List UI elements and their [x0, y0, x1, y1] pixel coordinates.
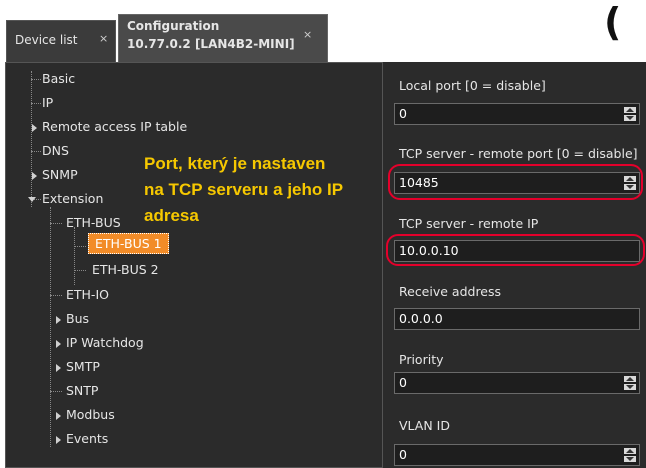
corner-glyph: (: [604, 0, 622, 44]
expand-arrow-icon[interactable]: [56, 364, 61, 372]
expand-arrow-icon[interactable]: [56, 436, 61, 444]
spinner-icon[interactable]: [624, 107, 636, 121]
close-icon[interactable]: ×: [303, 28, 312, 41]
expand-arrow-icon[interactable]: [56, 340, 61, 348]
vlan-id-value: 0: [399, 447, 407, 462]
tab-configuration[interactable]: Configuration 10.77.0.2 [LAN4B2-MINI] ×: [118, 14, 328, 62]
tree-item-eth-bus-1[interactable]: ETH-BUS 1: [88, 233, 169, 254]
tree-item-ip-watchdog[interactable]: IP Watchdog: [66, 335, 144, 350]
receive-address-label: Receive address: [399, 284, 502, 299]
tab-device-list[interactable]: Device list ×: [6, 20, 116, 62]
priority-value: 0: [399, 375, 407, 390]
tree-item-eth-bus-1-label: ETH-BUS 1: [88, 233, 169, 254]
highlight-remote-port: [388, 164, 643, 200]
tree-item-eth-bus-2[interactable]: ETH-BUS 2: [92, 262, 159, 277]
tree-item-snmp[interactable]: SNMP: [42, 167, 78, 182]
local-port-label: Local port [0 = disable]: [399, 78, 546, 93]
spinner-icon[interactable]: [624, 376, 636, 390]
tree-item-basic[interactable]: Basic: [42, 71, 75, 86]
tree-item-events[interactable]: Events: [66, 431, 108, 446]
local-port-value: 0: [399, 106, 407, 121]
receive-address-field[interactable]: 0.0.0.0: [394, 308, 640, 330]
priority-field[interactable]: 0: [394, 372, 640, 394]
vlan-id-label: VLAN ID: [399, 418, 450, 433]
tree-item-sntp[interactable]: SNTP: [66, 383, 98, 398]
tree-item-smtp[interactable]: SMTP: [66, 359, 100, 374]
vlan-id-field[interactable]: 0: [394, 444, 640, 466]
expand-arrow-icon[interactable]: [32, 124, 37, 132]
close-icon[interactable]: ×: [99, 32, 108, 45]
annotation-text: Port, který je nastaven na TCP serveru a…: [144, 151, 384, 229]
priority-label: Priority: [399, 352, 444, 367]
tab-configuration-device: 10.77.0.2 [LAN4B2-MINI]: [127, 37, 295, 51]
tcp-remote-port-label: TCP server - remote port [0 = disable]: [399, 146, 638, 161]
tree-item-ip[interactable]: IP: [42, 95, 53, 110]
expand-arrow-icon[interactable]: [32, 172, 37, 180]
annotation-line-3: adresa: [144, 206, 199, 225]
highlight-remote-ip: [386, 234, 645, 266]
expand-arrow-icon[interactable]: [56, 412, 61, 420]
tree-item-remote-access-ip-table[interactable]: Remote access IP table: [42, 119, 187, 134]
tree-item-eth-io[interactable]: ETH-IO: [66, 287, 109, 302]
expand-arrow-icon[interactable]: [56, 316, 61, 324]
annotation-line-2: na TCP serveru a jeho IP: [144, 180, 344, 199]
tab-device-list-label: Device list: [15, 33, 78, 47]
settings-tree-panel: Basic IP Remote access IP table DNS SNMP…: [5, 62, 383, 468]
tree-item-modbus[interactable]: Modbus: [66, 407, 115, 422]
spinner-icon[interactable]: [624, 448, 636, 462]
settings-form-panel: Local port [0 = disable] 0 TCP server - …: [383, 62, 646, 468]
tcp-remote-ip-label: TCP server - remote IP: [399, 216, 539, 231]
tree-item-dns[interactable]: DNS: [42, 143, 69, 158]
receive-address-value: 0.0.0.0: [399, 311, 443, 326]
tab-bar: Device list × Configuration 10.77.0.2 [L…: [0, 0, 646, 62]
annotation-line-1: Port, který je nastaven: [144, 154, 326, 173]
tree-item-extension[interactable]: Extension: [42, 191, 103, 206]
local-port-field[interactable]: 0: [394, 103, 640, 125]
tab-configuration-title: Configuration: [127, 19, 220, 33]
tree-item-bus[interactable]: Bus: [66, 311, 89, 326]
tree-item-eth-bus[interactable]: ETH-BUS: [66, 215, 121, 230]
collapse-arrow-icon[interactable]: [28, 197, 36, 202]
